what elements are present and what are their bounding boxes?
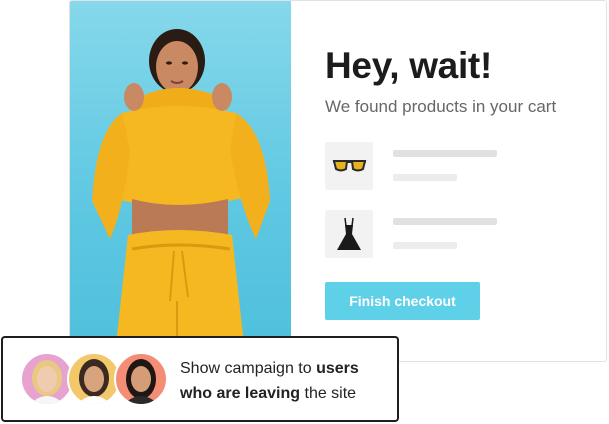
popup-content: Hey, wait! We found products in your car… — [325, 1, 606, 361]
sunglasses-icon — [325, 142, 373, 190]
targeting-banner: Show campaign to users who are leaving t… — [1, 336, 399, 422]
dress-icon — [325, 210, 373, 258]
cart-product-sunglasses — [325, 142, 585, 190]
message-text-end: the site — [300, 385, 357, 402]
finish-checkout-button[interactable]: Finish checkout — [325, 282, 480, 320]
exit-intent-popup: Hey, wait! We found products in your car… — [69, 0, 607, 362]
model-in-yellow-hoodie-illustration — [92, 29, 270, 361]
cart-product-dress — [325, 210, 585, 258]
popup-subtitle: We found products in your cart — [325, 97, 557, 116]
message-text-start: Show campaign to — [180, 360, 317, 377]
product-name-placeholder — [393, 218, 497, 225]
product-price-placeholder — [393, 242, 457, 249]
product-price-placeholder — [393, 174, 457, 181]
hero-image — [70, 1, 291, 361]
product-name-placeholder — [393, 150, 497, 157]
popup-title: Hey, wait! — [325, 45, 492, 86]
targeting-message: Show campaign to users who are leaving t… — [180, 356, 392, 406]
avatar-black-hair — [114, 352, 168, 406]
avatar-dark-hair — [67, 352, 121, 406]
avatar-blonde — [20, 352, 74, 406]
